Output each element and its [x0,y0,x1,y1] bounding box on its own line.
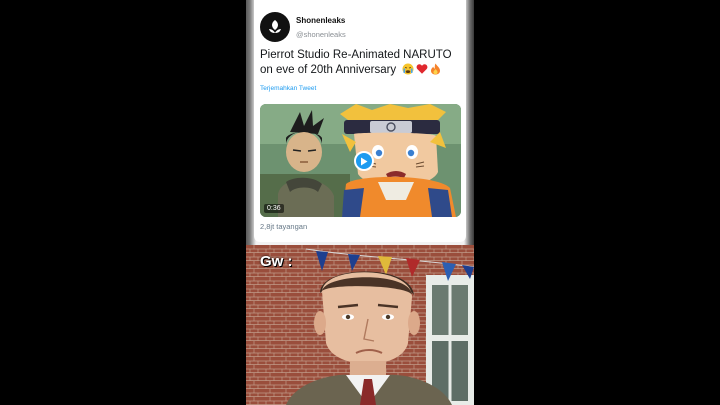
video-duration: 0:36 [264,204,284,213]
user-handle[interactable]: @shonenleaks [296,30,346,39]
red-heart-icon [416,64,428,74]
display-name[interactable]: Shonenleaks [296,16,345,25]
video-thumbnail[interactable]: 0:36 [260,104,461,217]
play-button[interactable] [354,151,374,171]
view-count: 2,8jt tayangan [260,222,308,231]
video-frame: Shonenleaks @shonenleaks Pierrot Studio … [246,0,474,405]
emoji-row [402,63,441,75]
leaf-logo-icon [269,20,281,33]
avatar[interactable] [260,12,290,42]
tweet-card: Shonenleaks @shonenleaks Pierrot Studio … [254,0,466,242]
tweet-background: Shonenleaks @shonenleaks Pierrot Studio … [246,0,474,245]
play-icon [361,157,368,165]
fire-icon [431,63,441,75]
crying-face-icon [402,63,414,75]
tweet-text: Pierrot Studio Re-Animated NARUTO on eve… [260,48,464,78]
translate-tweet-link[interactable]: Terjemahkan Tweet [260,85,316,92]
meme-photo: Gw : [246,245,474,405]
meme-caption: Gw : [260,253,293,270]
